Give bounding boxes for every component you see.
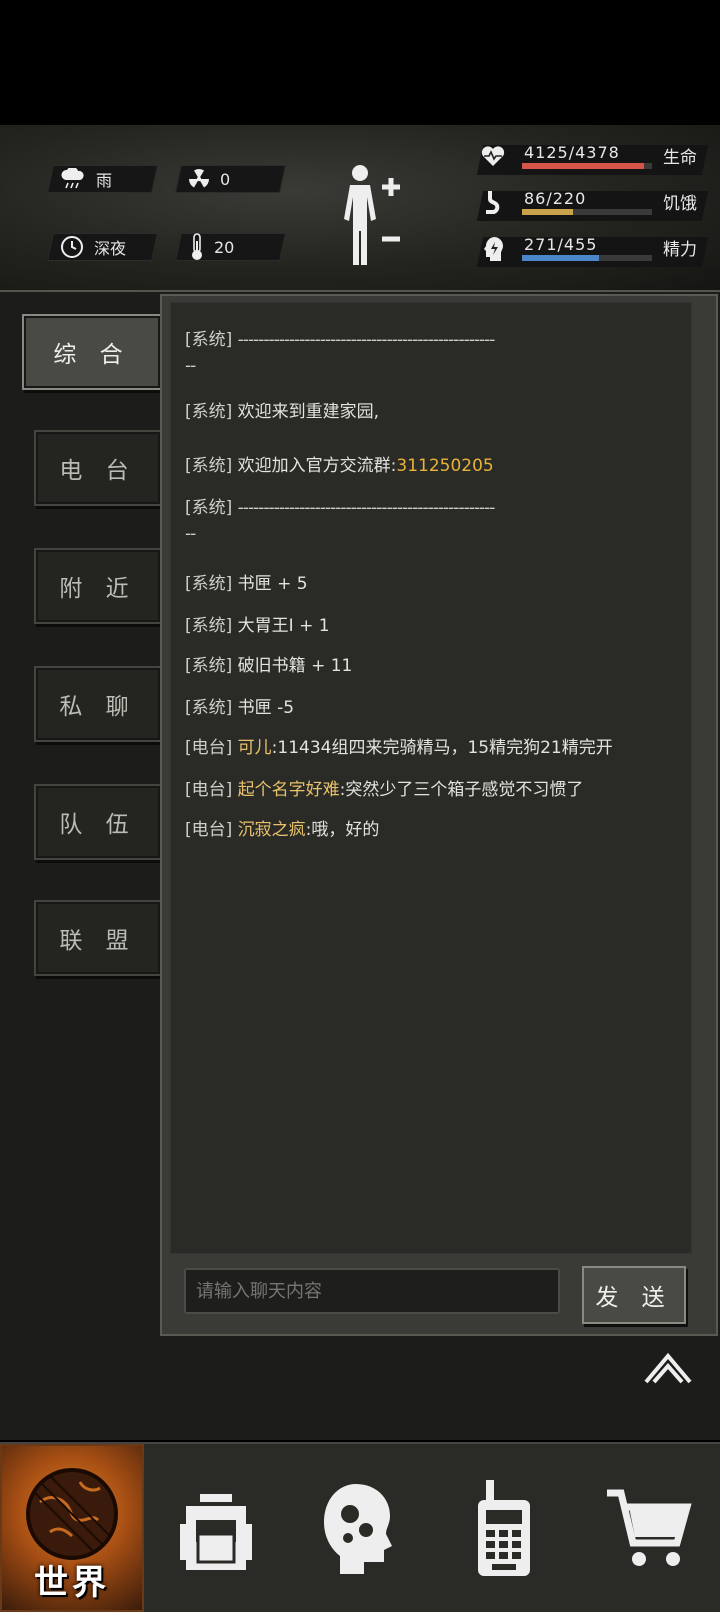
energy-label: 精力: [663, 240, 697, 260]
chat-panel: [系统] -----------------------------------…: [160, 294, 718, 1336]
chat-log[interactable]: [系统] -----------------------------------…: [170, 302, 692, 1254]
chat-input[interactable]: [184, 1268, 560, 1314]
chat-message: [电台] 可儿:11434组四来完骑精马，15精完狗21精完开: [185, 738, 613, 758]
thermometer-icon: [190, 233, 204, 261]
main-panel: 综 合 电 台 附 近 私 聊 队 伍 联 盟 [系统] -----------…: [0, 292, 720, 1440]
health-label: 生命: [663, 148, 697, 168]
group-number: 311250205: [396, 456, 494, 476]
shopping-cart-icon: [607, 1489, 692, 1566]
sender-name[interactable]: 沉寂之疯: [238, 820, 306, 840]
energy-bar: [522, 255, 600, 261]
tab-private-chat[interactable]: 私 聊: [34, 666, 162, 742]
health-value: 4125/4378: [524, 143, 620, 162]
chat-message: [电台] 起个名字好难:突然少了三个箱子感觉不习惯了: [185, 780, 584, 800]
chat-message: [系统] 破旧书籍 + 11: [185, 656, 353, 676]
health-bar: [522, 163, 645, 169]
sender-name[interactable]: 起个名字好难: [238, 780, 340, 800]
channel-tabs: 综 合 电 台 附 近 私 聊 队 伍 联 盟: [0, 292, 162, 1440]
energy-head-icon: [482, 235, 506, 263]
hunger-bar: [522, 209, 573, 215]
energy-value: 271/455: [524, 235, 598, 254]
nav-radio[interactable]: [432, 1444, 576, 1612]
chat-message: [系统] 欢迎来到重建家园,: [185, 402, 380, 422]
double-chevron-up-icon: [644, 1352, 692, 1384]
clock-icon: [60, 235, 84, 259]
bottom-nav: 世界: [0, 1442, 720, 1612]
radiation-icon: [188, 168, 210, 190]
nav-skills[interactable]: [288, 1444, 432, 1612]
tab-team[interactable]: 队 伍: [34, 784, 162, 860]
hunger-label: 饥饿: [663, 194, 697, 214]
time-display: 深夜: [60, 233, 126, 261]
chat-message: [系统] 欢迎加入官方交流群:311250205: [185, 456, 494, 476]
world-globe-icon: [26, 1468, 118, 1560]
nav-world[interactable]: 世界: [0, 1444, 144, 1612]
health-stat: 4125/4378 生命: [476, 141, 709, 175]
backpack-icon: [180, 1494, 252, 1570]
tab-radio[interactable]: 电 台: [34, 430, 162, 506]
nav-shop[interactable]: [576, 1444, 720, 1612]
body-status-button[interactable]: [338, 161, 408, 269]
energy-stat: 271/455 精力: [476, 233, 709, 267]
temperature-value: 20: [214, 237, 235, 257]
tab-general[interactable]: 综 合: [22, 314, 162, 390]
weather-display: 雨: [60, 165, 112, 193]
radiation-value: 0: [220, 169, 231, 189]
human-body-icon: [344, 165, 400, 265]
chat-message: [系统] -----------------------------------…: [185, 330, 495, 376]
time-text: 深夜: [94, 239, 127, 258]
hunger-stat: 86/220 饥饿: [476, 187, 709, 221]
chat-message: [系统] 书匣 + 5: [185, 574, 308, 594]
nav-backpack[interactable]: [144, 1444, 288, 1612]
skills-head-icon: [324, 1484, 392, 1574]
weather-text: 雨: [96, 171, 113, 190]
chat-message: [系统] 书匣 -5: [185, 698, 295, 718]
chat-message: [电台] 沉寂之疯:哦，好的: [185, 820, 380, 840]
tab-alliance[interactable]: 联 盟: [34, 900, 162, 976]
radiation-display: 0: [188, 165, 230, 193]
status-bar: 雨 0 深夜 20 4125/4378 生命 86/220 饥饿 271/455…: [0, 125, 720, 292]
heart-pulse-icon: [480, 143, 506, 169]
sender-name[interactable]: 可儿: [238, 738, 272, 758]
chat-message: [系统] 大胃王Ⅰ + 1: [185, 616, 330, 636]
stomach-icon: [482, 189, 504, 217]
chat-message: [系统] -----------------------------------…: [185, 498, 495, 544]
send-button[interactable]: 发 送: [582, 1266, 686, 1324]
tab-nearby[interactable]: 附 近: [34, 548, 162, 624]
rain-cloud-icon: [60, 168, 86, 190]
collapse-button[interactable]: [640, 1346, 696, 1386]
temperature-display: 20: [190, 233, 234, 261]
hunger-value: 86/220: [524, 189, 587, 208]
radio-walkie-icon: [478, 1480, 530, 1576]
nav-world-label: 世界: [34, 1563, 110, 1603]
